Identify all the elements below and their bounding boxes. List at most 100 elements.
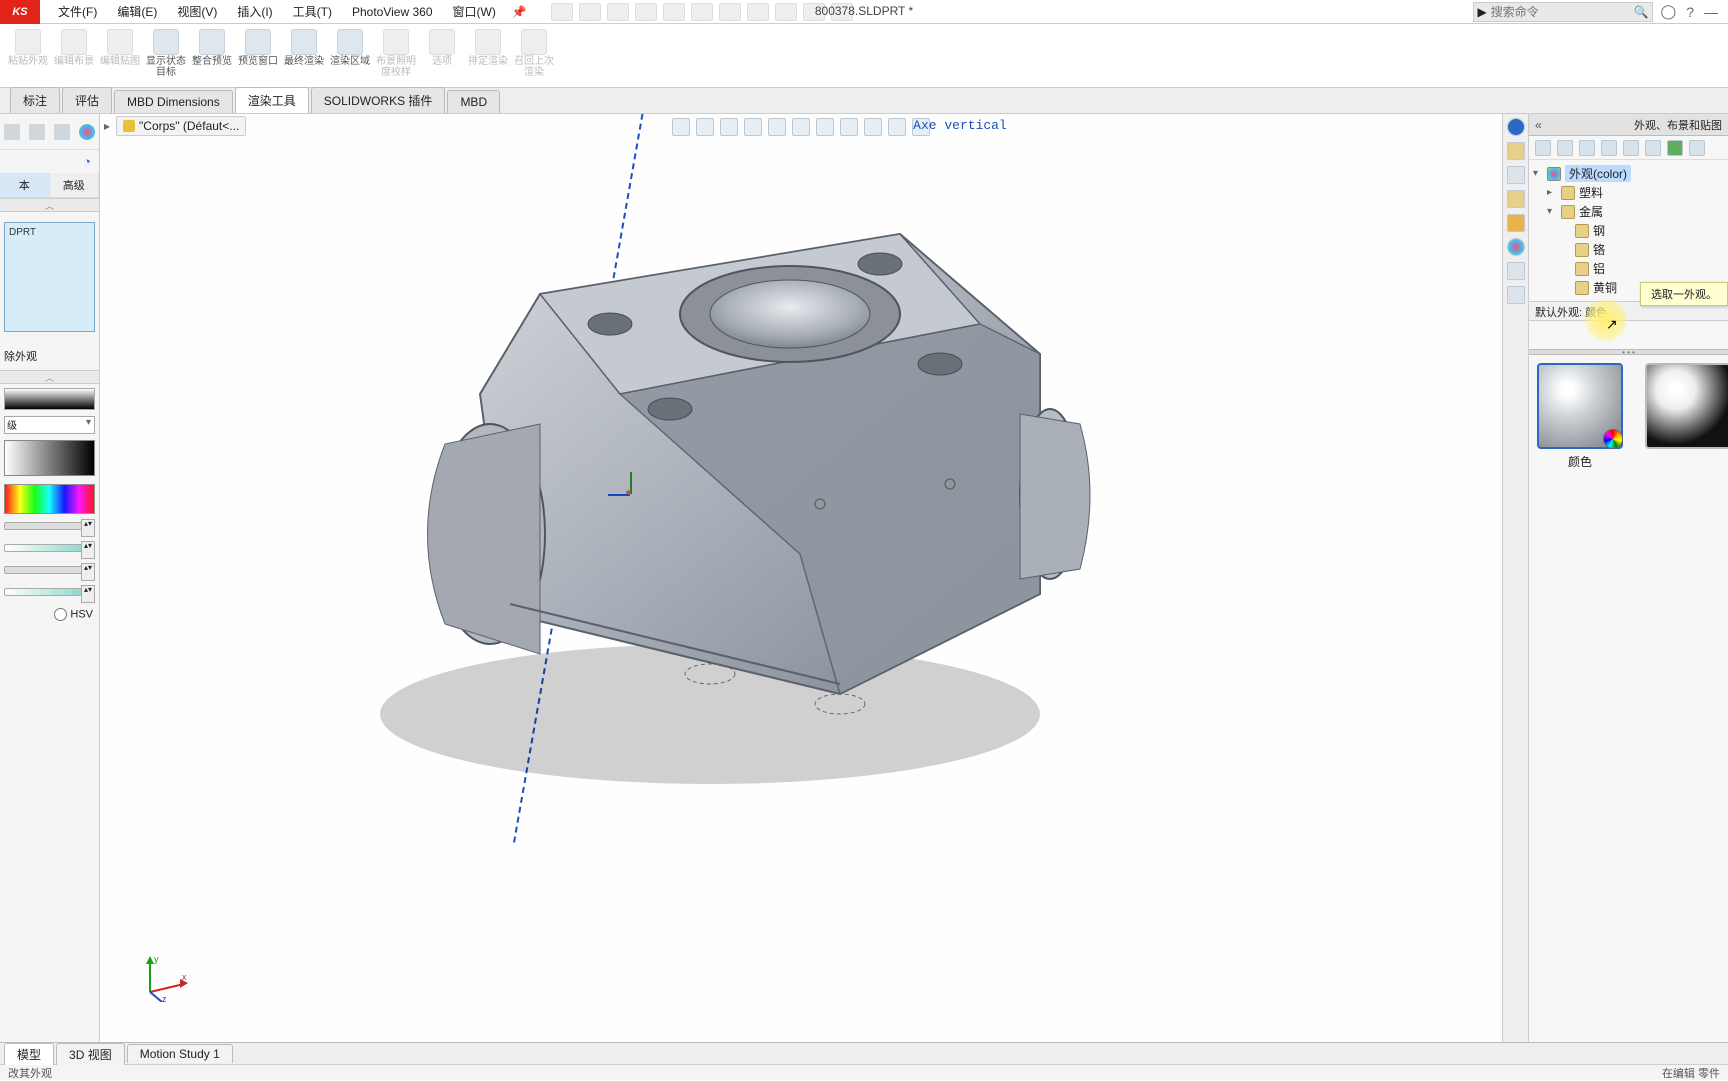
forum-icon[interactable] (1507, 286, 1525, 304)
collapse-bar-2[interactable]: ︿ (0, 370, 99, 384)
appearances-tab-icon[interactable] (1507, 238, 1525, 256)
search-run-icon[interactable]: ▶ (1478, 5, 1487, 19)
feature-tree-icon[interactable] (4, 124, 20, 140)
sw-resources-icon[interactable] (1507, 118, 1525, 136)
rb-preview-window[interactable]: 预览窗口 (236, 27, 280, 85)
tree-item[interactable]: 铬 (1533, 240, 1724, 259)
view-palette-icon[interactable] (1507, 214, 1525, 232)
slider-spin-icon[interactable]: ▴▾ (81, 519, 95, 537)
level-dropdown[interactable]: 级 (4, 416, 95, 434)
rb-display-state[interactable]: 显示状态目标 (144, 27, 188, 85)
selection-thumb[interactable]: DPRT (4, 222, 95, 332)
gray-gradient[interactable] (4, 440, 95, 476)
prev-view-icon[interactable] (720, 118, 738, 136)
file-explorer-icon[interactable] (1507, 190, 1525, 208)
tab-evaluate[interactable]: 评估 (62, 87, 112, 113)
hue-picker[interactable] (4, 484, 95, 514)
rebuild-icon[interactable] (775, 3, 797, 21)
hsv-toggle[interactable]: HSV (0, 606, 99, 623)
help-icon[interactable]: ? (1686, 4, 1694, 20)
tree-item[interactable]: ▸塑料 (1533, 183, 1724, 202)
slider-spin-icon[interactable]: ▴▾ (81, 541, 95, 559)
view-orient-icon[interactable] (768, 118, 786, 136)
slider-4[interactable]: ▴▾ (4, 588, 95, 602)
appearance-ball-icon[interactable] (79, 124, 95, 140)
display-pane-icon[interactable] (54, 124, 70, 140)
filter-basic[interactable]: 本 (0, 173, 50, 197)
rb-render-region[interactable]: 渲染区域 (328, 27, 372, 85)
filter-advanced[interactable]: 高级 (50, 173, 100, 197)
part-model[interactable] (280, 174, 1100, 794)
tree-toggle-icon[interactable]: ▾ (1547, 206, 1557, 217)
swatch-bw[interactable] (1645, 363, 1728, 449)
refresh-icon[interactable] (1667, 140, 1683, 156)
color-strip[interactable] (4, 388, 95, 410)
custom-props-icon[interactable] (1507, 262, 1525, 280)
tab-sw-addins[interactable]: SOLIDWORKS 插件 (311, 87, 446, 113)
collapse-pane-icon[interactable]: « (1535, 118, 1542, 132)
pin-icon[interactable] (1689, 140, 1705, 156)
tab-motion-study[interactable]: Motion Study 1 (127, 1044, 233, 1063)
user-icon[interactable]: ◯ (1661, 3, 1677, 20)
zoom-area-icon[interactable] (696, 118, 714, 136)
tree-item[interactable]: 钢 (1533, 221, 1724, 240)
design-lib-icon[interactable] (1507, 166, 1525, 184)
view-settings-icon[interactable] (888, 118, 906, 136)
slider-spin-icon[interactable]: ▴▾ (81, 563, 95, 581)
rb-final-render[interactable]: 最终渲染 (282, 27, 326, 85)
rb-integrated-preview[interactable]: 整合预览 (190, 27, 234, 85)
tree-item[interactable]: ▾金属 (1533, 202, 1724, 221)
box-icon[interactable] (1623, 140, 1639, 156)
slider-2[interactable]: ▴▾ (4, 544, 95, 558)
breadcrumb-arrow-icon[interactable]: ▸ (104, 119, 110, 133)
dropdown-icon[interactable] (1579, 140, 1595, 156)
menu-insert[interactable]: 插入(I) (227, 0, 282, 24)
tree-item[interactable]: 铝 (1533, 259, 1724, 278)
remove-appearance[interactable]: 除外观 (0, 342, 99, 370)
tab-3d-view[interactable]: 3D 视图 (56, 1043, 125, 1065)
menu-window[interactable]: 窗口(W) (443, 0, 506, 24)
viewport[interactable]: ▸ "Corps" (Défaut<... Axe vertical (100, 114, 1502, 1042)
tab-annotate[interactable]: 标注 (10, 87, 60, 113)
scene-icon[interactable] (864, 118, 882, 136)
swatch-color[interactable]: 颜色 (1537, 363, 1623, 470)
menu-edit[interactable]: 编辑(E) (107, 0, 167, 24)
slider-1[interactable]: ▴▾ (4, 522, 95, 536)
menu-view[interactable]: 视图(V) (167, 0, 227, 24)
menu-pin-icon[interactable]: 📌 (512, 5, 527, 19)
menu-tools[interactable]: 工具(T) (283, 0, 342, 24)
tab-render-tools[interactable]: 渲染工具 (235, 87, 309, 113)
redo-icon[interactable] (719, 3, 741, 21)
search-commands[interactable]: ▶ 🔍 (1473, 2, 1653, 22)
back-icon[interactable] (1535, 140, 1551, 156)
save-icon[interactable] (635, 3, 657, 21)
section-icon[interactable] (744, 118, 762, 136)
open-icon[interactable] (607, 3, 629, 21)
search-input[interactable] (1491, 5, 1631, 19)
hide-show-icon[interactable] (816, 118, 834, 136)
search-icon[interactable]: 🔍 (1634, 5, 1648, 19)
panel-help-icon[interactable]: ◔ (0, 150, 99, 173)
config-icon[interactable] (29, 124, 45, 140)
appearance-icon[interactable] (840, 118, 858, 136)
zoom-fit-icon[interactable] (672, 118, 690, 136)
home-tab-icon[interactable] (1507, 142, 1525, 160)
display-style-icon[interactable] (792, 118, 810, 136)
folder-icon[interactable] (1645, 140, 1661, 156)
hsv-radio[interactable] (54, 608, 67, 621)
tab-model[interactable]: 模型 (4, 1043, 54, 1065)
home-icon[interactable] (551, 3, 573, 21)
breadcrumb-node[interactable]: "Corps" (Défaut<... (116, 116, 246, 136)
tree-icon[interactable] (1601, 140, 1617, 156)
undo-icon[interactable] (691, 3, 713, 21)
tree-toggle-icon[interactable]: ▸ (1547, 187, 1557, 198)
new-doc-icon[interactable] (579, 3, 601, 21)
tab-mbd[interactable]: MBD (447, 90, 500, 113)
menu-file[interactable]: 文件(F) (48, 0, 107, 24)
fwd-icon[interactable] (1557, 140, 1573, 156)
print-icon[interactable] (663, 3, 685, 21)
tree-toggle-icon[interactable]: ▾ (1533, 168, 1543, 179)
tree-item[interactable]: ▾外观(color) (1533, 164, 1724, 183)
tab-mbd-dim[interactable]: MBD Dimensions (114, 90, 233, 113)
slider-spin-icon[interactable]: ▴▾ (81, 585, 95, 603)
